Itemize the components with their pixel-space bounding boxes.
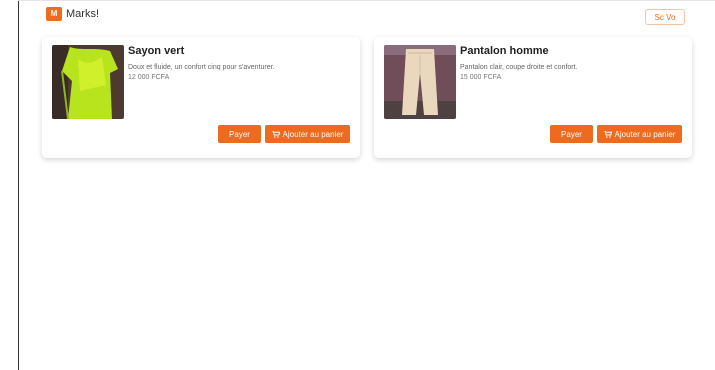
product-info: Sayon vert Doux et fluide, un confort ci…: [128, 45, 348, 81]
product-card: Sayon vert Doux et fluide, un confort ci…: [42, 37, 360, 158]
app-window: M Marks! Sc Vo Sayon vert Doux et fluide…: [0, 0, 715, 370]
product-image: [384, 45, 456, 119]
add-to-cart-label: Ajouter au panier: [614, 129, 676, 139]
product-title: Pantalon homme: [460, 45, 549, 57]
product-actions: Payer Ajouter au panier: [550, 125, 682, 143]
brand-logo-icon: M: [46, 7, 62, 21]
add-to-cart-button[interactable]: Ajouter au panier: [597, 125, 682, 143]
header: M Marks!: [46, 7, 99, 21]
top-right-button[interactable]: Sc Vo: [645, 9, 685, 25]
cart-icon: [603, 130, 612, 138]
product-title: Sayon vert: [128, 45, 185, 57]
product-image: [52, 45, 124, 119]
product-price: 12 000 FCFA: [128, 74, 170, 81]
product-description: Pantalon clair, coupe droite et confort.: [460, 64, 578, 71]
product-actions: Payer Ajouter au panier: [218, 125, 350, 143]
add-to-cart-label: Ajouter au panier: [282, 129, 344, 139]
brand-label: Marks!: [66, 8, 99, 20]
left-border: [18, 0, 19, 370]
product-description: Doux et fluide, un confort cinq pour s'a…: [128, 64, 275, 71]
pay-button[interactable]: Payer: [218, 125, 261, 143]
product-card: Pantalon homme Pantalon clair, coupe dro…: [374, 37, 692, 158]
product-info: Pantalon homme Pantalon clair, coupe dro…: [460, 45, 680, 81]
product-price: 15 000 FCFA: [460, 74, 502, 81]
cart-icon: [271, 130, 280, 138]
top-border: [18, 0, 715, 1]
pay-button[interactable]: Payer: [550, 125, 593, 143]
add-to-cart-button[interactable]: Ajouter au panier: [265, 125, 350, 143]
